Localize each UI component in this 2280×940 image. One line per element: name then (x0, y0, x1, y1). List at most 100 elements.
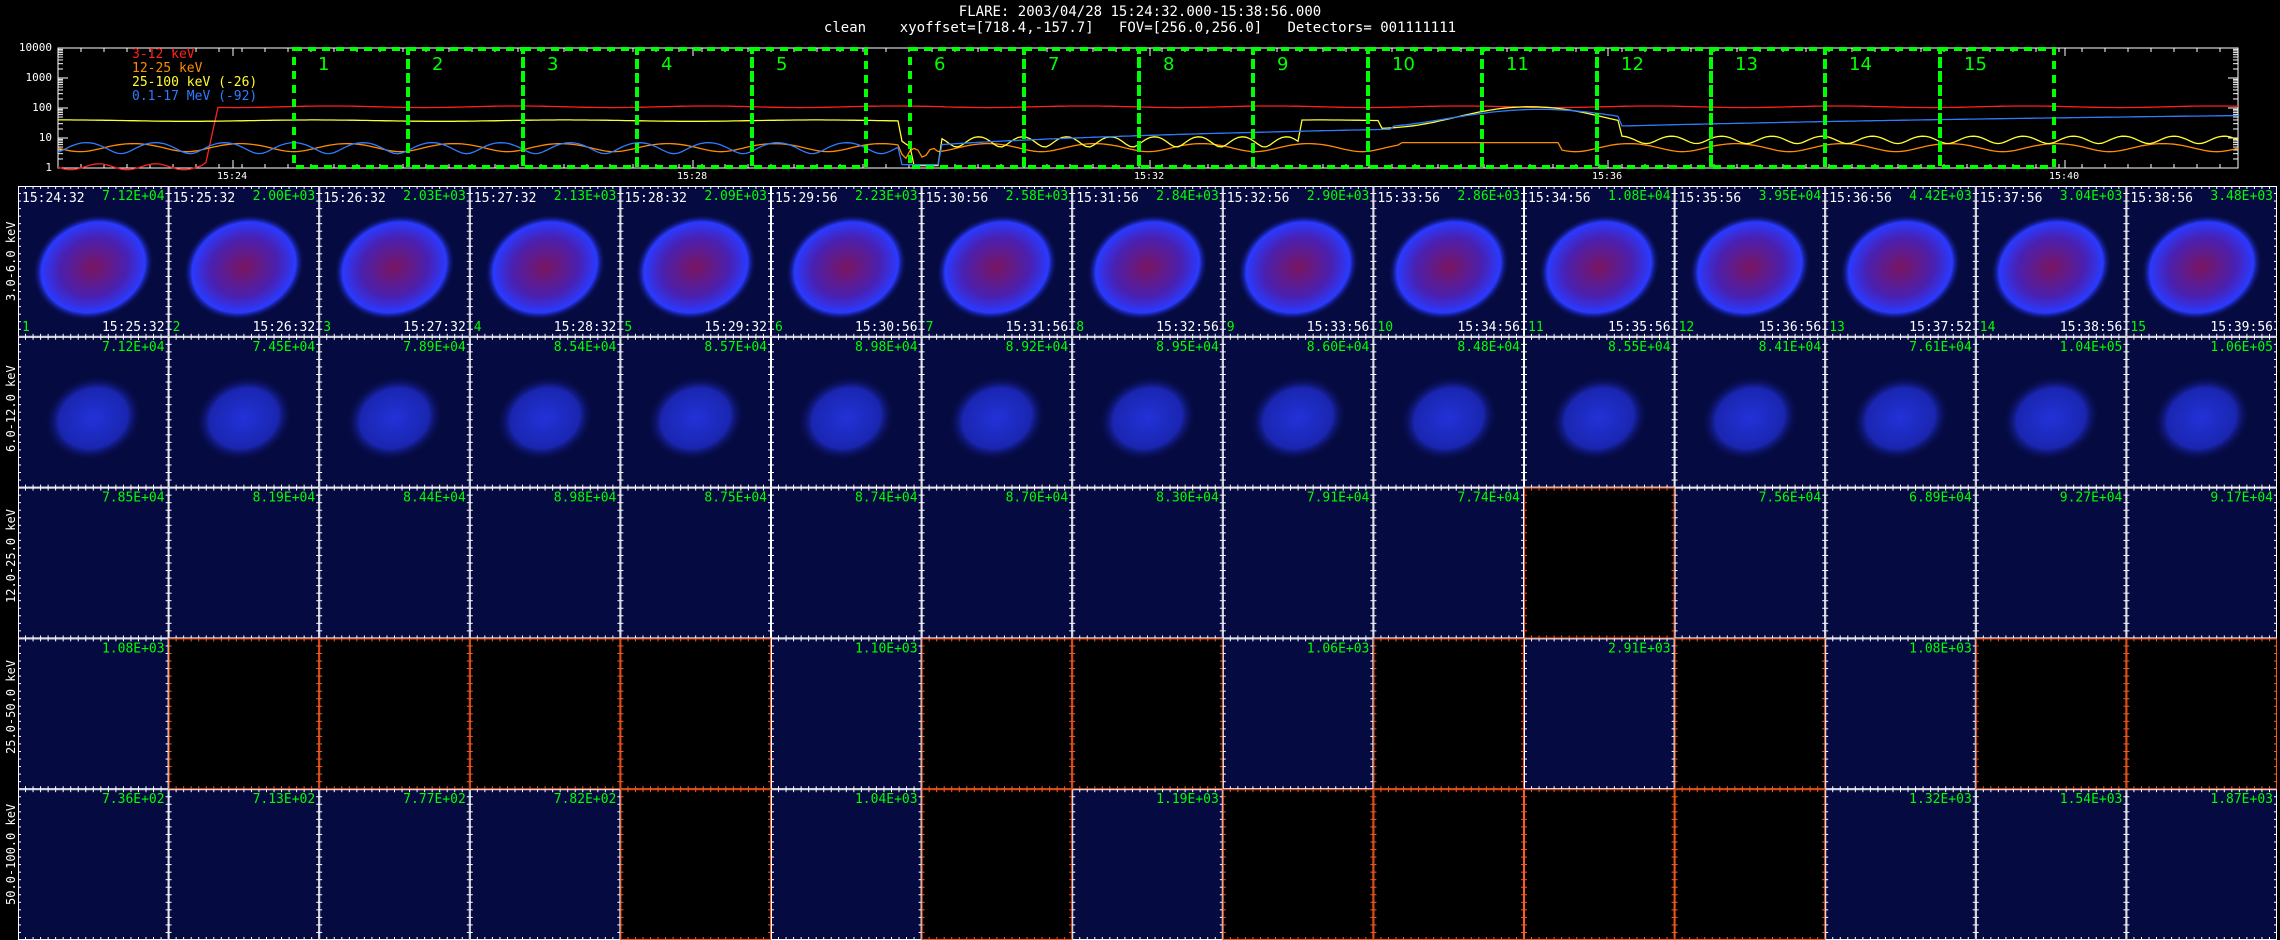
image-cell (2126, 638, 2277, 790)
peak-value: 9.17E+04 (2210, 491, 2273, 506)
end-time: 15:26:32 (253, 320, 316, 335)
interval-index: 12 (1679, 320, 1695, 335)
image-cell-bg (1825, 789, 1976, 940)
image-cell: 8.98E+04 (771, 336, 922, 488)
image-cell: 7.13E+02 (168, 789, 320, 940)
start-time: 15:37:56 (1980, 191, 2043, 206)
image-cell: 1.54E+03 (1975, 789, 2127, 940)
image-cell-bg (1373, 789, 1524, 940)
image-cell-bg (1524, 789, 1675, 940)
image-cell: 1.04E+05 (1975, 336, 2127, 488)
legend-entry: 3-12 keV (132, 47, 195, 62)
curve-0-1-17-mev (57, 108, 2238, 166)
image-cell-bg (1674, 638, 1826, 790)
image-cell: 1.19E+03 (1072, 789, 1223, 940)
end-time: 15:38:56 (2060, 320, 2123, 335)
image-cell-bg (1222, 487, 1374, 639)
image-cell: 4.42E+03 15:36:56 15:37:52 13 (1825, 186, 1976, 337)
start-time: 15:32:56 (1227, 191, 1290, 206)
peak-value: 1.04E+03 (855, 792, 918, 807)
image-cell-bg (921, 789, 1073, 940)
interval-index: 14 (1980, 320, 1996, 335)
image-cell-bg (620, 638, 771, 790)
image-cell: 1.06E+03 (1222, 638, 1374, 790)
image-cell-bg (18, 487, 169, 639)
interval-index: 7 (926, 320, 934, 335)
image-cell: 2.23E+03 15:29:56 15:30:56 6 (771, 186, 922, 337)
image-cell: 1.87E+03 (2126, 789, 2277, 940)
flare-header: FLARE: 2003/04/28 15:24:32.000-15:38:56.… (0, 4, 2280, 36)
peak-value: 7.61E+04 (1909, 340, 1972, 355)
image-cell: 2.90E+03 15:32:56 15:33:56 9 (1222, 186, 1374, 337)
peak-value: 8.19E+04 (253, 491, 316, 506)
interval-label: 12 (1621, 54, 1644, 75)
end-time: 15:39:56 (2210, 320, 2273, 335)
image-cell-bg (1373, 638, 1524, 790)
x-tick-label: 15:36 (1592, 171, 1623, 182)
image-cell: 7.85E+04 (18, 487, 169, 639)
peak-value: 2.90E+03 (1307, 189, 1370, 204)
peak-value: 7.13E+02 (253, 792, 316, 807)
image-cell (1975, 638, 2127, 790)
interval-index: 4 (474, 320, 482, 335)
image-cell: 8.75E+04 (620, 487, 772, 639)
image-cell: 8.70E+04 (921, 487, 1073, 639)
peak-value: 2.13E+03 (554, 189, 617, 204)
start-time: 15:38:56 (2130, 191, 2193, 206)
end-time: 15:35:56 (1608, 320, 1671, 335)
image-cell: 1.32E+03 (1825, 789, 1976, 940)
image-cell: 8.19E+04 (168, 487, 320, 639)
image-cell: 7.45E+04 (168, 336, 320, 488)
peak-value: 8.98E+04 (554, 491, 617, 506)
interval-label: 5 (776, 54, 787, 75)
peak-value: 2.03E+03 (403, 189, 466, 204)
image-cell: 1.06E+05 (2126, 336, 2277, 488)
interval-index: 1 (22, 320, 30, 335)
interval-label: 9 (1277, 54, 1288, 75)
image-cell-bg (620, 487, 771, 639)
peak-value: 2.58E+03 (1006, 189, 1069, 204)
peak-value: 2.00E+03 (253, 189, 316, 204)
interval-index: 13 (1829, 320, 1845, 335)
peak-value: 7.36E+02 (102, 792, 165, 807)
image-cell-bg (469, 789, 621, 940)
interval-index: 6 (775, 320, 783, 335)
end-time: 15:29:32 (704, 320, 767, 335)
interval-label: 15 (1964, 54, 1987, 75)
image-cell-bg (1674, 487, 1826, 639)
image-cell: 7.89E+04 (319, 336, 470, 488)
end-time: 15:28:32 (554, 320, 617, 335)
image-cell (1072, 638, 1223, 790)
lightcurve-plot: 1 2 3 4 5 6 7 8 9 10 11 12 13 14 15 (57, 47, 2239, 171)
image-cell-bg (18, 638, 169, 790)
image-cell (469, 638, 621, 790)
x-tick-label: 15:32 (1134, 171, 1165, 182)
image-cell: 8.92E+04 (921, 336, 1073, 488)
interval-label: 13 (1735, 54, 1758, 75)
energy-band-label: 3.0-6.0 keV (4, 221, 18, 302)
peak-value: 8.44E+04 (403, 491, 466, 506)
image-cell-bg (2126, 487, 2277, 639)
image-cell-bg (1072, 487, 1223, 639)
image-cell (921, 789, 1073, 940)
image-cell: 8.41E+04 (1674, 336, 1826, 488)
image-cell: 7.91E+04 (1222, 487, 1374, 639)
peak-value: 8.57E+04 (704, 340, 767, 355)
peak-value: 1.04E+05 (2060, 340, 2123, 355)
interval-label: 3 (547, 54, 558, 75)
start-time: 15:31:56 (1076, 191, 1139, 206)
start-time: 15:27:32 (474, 191, 537, 206)
interval-index: 8 (1076, 320, 1084, 335)
end-time: 15:33:56 (1307, 320, 1370, 335)
peak-value: 7.82E+02 (554, 792, 617, 807)
image-cell-bg (1825, 638, 1976, 790)
image-grid: 7.12E+04 15:24:32 15:25:32 1 2.00E+03 15:25:3… (18, 186, 2277, 940)
image-cell: 7.74E+04 (1373, 487, 1525, 639)
end-time: 15:32:56 (1156, 320, 1219, 335)
image-cell-bg (1975, 789, 2127, 940)
image-cell: 8.60E+04 (1222, 336, 1374, 488)
image-cell: 7.36E+02 (18, 789, 169, 940)
interval-index: 9 (1227, 320, 1235, 335)
peak-value: 1.19E+03 (1156, 792, 1219, 807)
image-cell: 2.86E+03 15:33:56 15:34:56 10 (1373, 186, 1525, 337)
